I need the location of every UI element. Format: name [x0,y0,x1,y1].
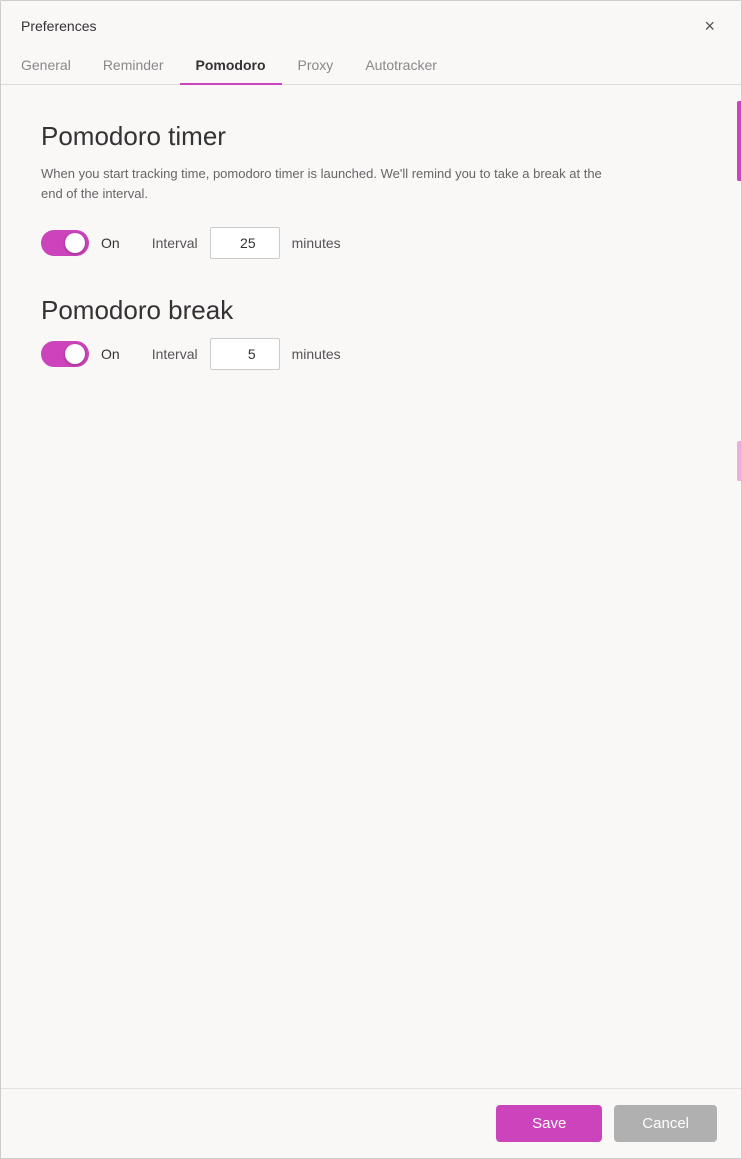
dialog-title: Preferences [21,18,96,34]
tab-bar: General Reminder Pomodoro Proxy Autotrac… [1,47,741,85]
pomodoro-break-toggle[interactable] [41,341,89,367]
pomodoro-timer-on-label: On [101,235,120,251]
pomodoro-timer-interval-input[interactable] [210,227,280,259]
pomodoro-break-interval-input[interactable] [210,338,280,370]
tab-proxy[interactable]: Proxy [282,47,350,85]
pomodoro-timer-interval-label: Interval [152,235,198,251]
save-button[interactable]: Save [496,1105,602,1142]
tab-content: Pomodoro timer When you start tracking t… [1,85,741,1088]
pomodoro-timer-settings-row: On Interval minutes [41,227,701,259]
break-toggle-thumb [65,344,85,364]
pomodoro-timer-interval-wrapper: Interval minutes [152,227,341,259]
pomodoro-timer-toggle-wrapper: On [41,230,120,256]
pomodoro-timer-toggle[interactable] [41,230,89,256]
pomodoro-timer-section: Pomodoro timer When you start tracking t… [41,121,701,259]
close-button[interactable]: × [698,15,721,37]
toggle-thumb [65,233,85,253]
pomodoro-break-settings-row: On Interval minutes [41,338,701,370]
dialog-footer: Save Cancel [1,1088,741,1158]
tab-general[interactable]: General [21,47,87,85]
pomodoro-break-minutes-label: minutes [292,346,341,362]
pomodoro-timer-title: Pomodoro timer [41,121,701,152]
tab-reminder[interactable]: Reminder [87,47,180,85]
right-accent-bar-2 [737,441,741,481]
right-accent-bar [737,101,741,181]
pomodoro-timer-description: When you start tracking time, pomodoro t… [41,164,621,203]
pomodoro-timer-minutes-label: minutes [292,235,341,251]
tab-autotracker[interactable]: Autotracker [349,47,453,85]
pomodoro-break-interval-label: Interval [152,346,198,362]
pomodoro-break-toggle-wrapper: On [41,341,120,367]
pomodoro-break-title: Pomodoro break [41,295,701,326]
title-bar: Preferences × [1,1,741,47]
preferences-dialog: Preferences × General Reminder Pomodoro … [0,0,742,1159]
tab-pomodoro[interactable]: Pomodoro [180,47,282,85]
pomodoro-break-section: Pomodoro break On Interval minutes [41,295,701,370]
pomodoro-break-interval-wrapper: Interval minutes [152,338,341,370]
cancel-button[interactable]: Cancel [614,1105,717,1142]
pomodoro-break-on-label: On [101,346,120,362]
